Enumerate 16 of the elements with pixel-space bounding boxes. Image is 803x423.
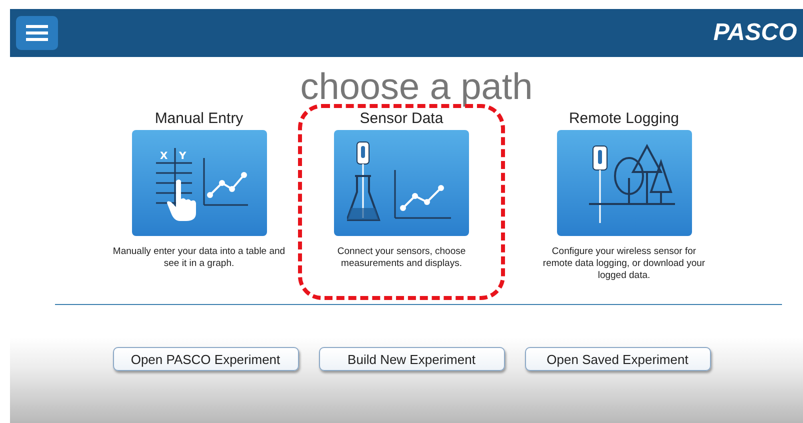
path-title: Sensor Data (360, 110, 444, 129)
menu-icon (26, 25, 48, 41)
page-title: choose a path (299, 66, 534, 109)
experiment-button[interactable]: Open PASCO Experiment (112, 347, 298, 371)
menu-button[interactable] (16, 16, 58, 50)
experiment-button[interactable]: Open Saved Experiment (524, 347, 710, 371)
path-title: Remote Logging (568, 110, 680, 129)
experiment-button[interactable]: Build New Experiment (318, 347, 504, 371)
table-graph-drawing: X Y (144, 143, 254, 223)
path-tile[interactable] (334, 130, 469, 236)
path-description: Configure your wireless sensor for remote data logging, or download your logged data. (542, 246, 706, 282)
path-tile[interactable] (556, 130, 692, 236)
path-description: Connect your sensors, choose measurements and displays. (336, 246, 467, 270)
brand-logo: PASCO (713, 19, 798, 47)
path-description: Manually enter your data into a table and see it in a graph. (112, 246, 286, 270)
path-title: Manual Entry (154, 110, 244, 129)
